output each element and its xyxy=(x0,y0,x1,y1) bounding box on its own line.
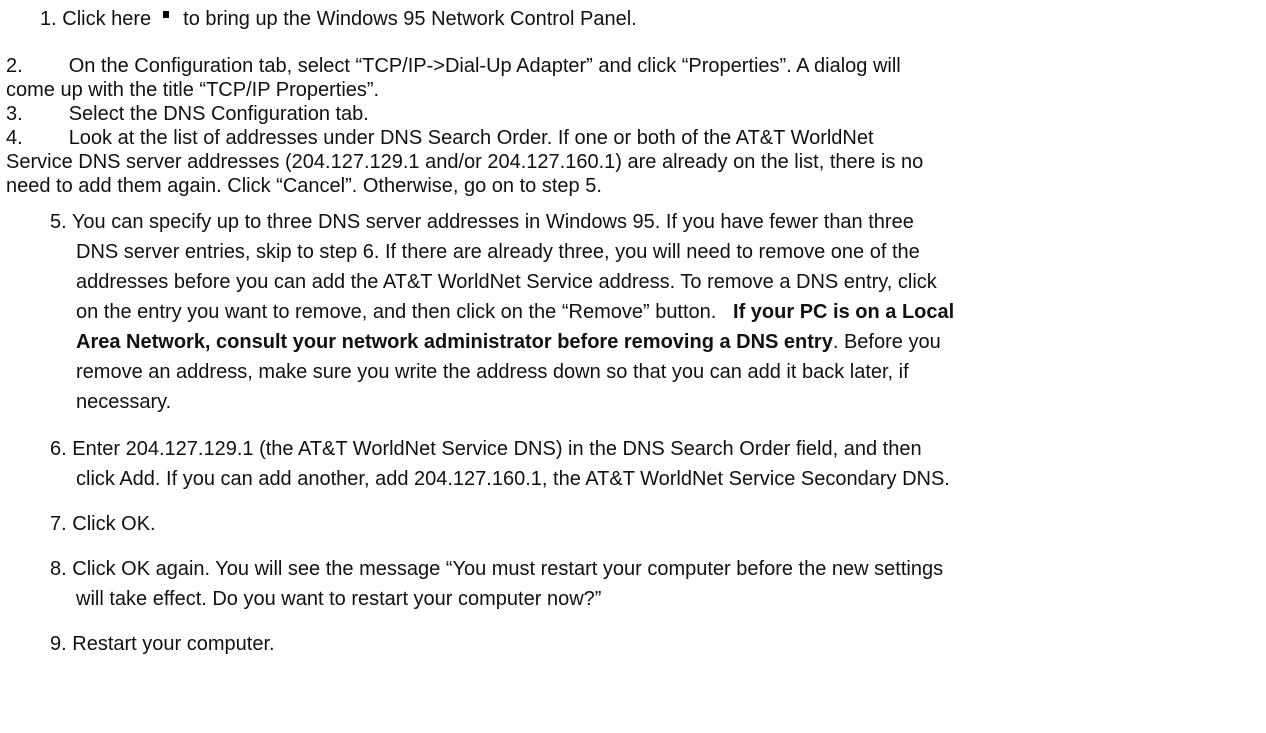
step-number: 6. xyxy=(50,438,67,460)
step-text: necessary. xyxy=(76,391,172,413)
step-5-line-7: necessary. xyxy=(76,390,171,414)
step-number: 8. xyxy=(50,558,67,580)
step-1: 1. Click here to bring up the Windows 95 … xyxy=(40,7,637,31)
step-number: 3. xyxy=(6,103,23,125)
step-text: come up with the title “TCP/IP Propertie… xyxy=(6,79,380,101)
step-text: Service DNS server addresses (204.127.12… xyxy=(6,151,924,173)
step-6-line-1: 6. Enter 204.127.129.1 (the AT&T WorldNe… xyxy=(50,437,922,461)
step-text: Click OK. xyxy=(72,513,156,535)
step-6-line-2: click Add. If you can add another, add 2… xyxy=(76,467,950,491)
step-text: Click OK again. You will see the message… xyxy=(72,558,944,580)
instructions-document: 1. Click here to bring up the Windows 95 … xyxy=(0,0,1266,733)
step-text: will take effect. Do you want to restart… xyxy=(76,588,602,610)
step-1-text-post: to bring up the Windows 95 Network Contr… xyxy=(183,8,637,30)
step-text: Look at the list of addresses under DNS … xyxy=(68,127,874,149)
step-text: Select the DNS Configuration tab. xyxy=(68,103,369,125)
step-text: DNS server entries, skip to step 6. If t… xyxy=(76,241,920,263)
step-number: 4. xyxy=(6,127,23,149)
step-5-line-4: on the entry you want to remove, and the… xyxy=(76,300,954,324)
step-text: click Add. If you can add another, add 2… xyxy=(76,468,950,490)
step-5-line-6: remove an address, make sure you write t… xyxy=(76,360,909,384)
step-8-line-2: will take effect. Do you want to restart… xyxy=(76,587,601,611)
step-number: 7. xyxy=(50,513,67,535)
step-number: 9. xyxy=(50,633,67,655)
lan-warning-text: If your PC is on a Local xyxy=(733,301,955,323)
step-9-line-1: 9. Restart your computer. xyxy=(50,632,275,656)
step-4-line-3: need to add them again. Click “Cancel”. … xyxy=(6,174,602,198)
step-2-line-1: 2. On the Configuration tab, select “TCP/… xyxy=(6,54,901,78)
step-4-line-1: 4. Look at the list of addresses under DN… xyxy=(6,126,874,150)
step-text: You can specify up to three DNS server a… xyxy=(71,211,914,233)
network-control-panel-link-icon[interactable] xyxy=(163,11,170,18)
step-text: need to add them again. Click “Cancel”. … xyxy=(6,175,602,197)
lan-warning-text: Area Network, consult your network admin… xyxy=(76,331,833,353)
step-5-line-1: 5. You can specify up to three DNS serve… xyxy=(50,210,914,234)
step-number: 2. xyxy=(6,55,23,77)
step-text: . Before you xyxy=(832,331,941,353)
step-5-line-3: addresses before you can add the AT&T Wo… xyxy=(76,270,937,294)
step-text: on the entry you want to remove, and the… xyxy=(76,301,717,323)
step-3-line-1: 3. Select the DNS Configuration tab. xyxy=(6,102,369,126)
step-5-line-5: Area Network, consult your network admin… xyxy=(76,330,941,354)
step-4-line-2: Service DNS server addresses (204.127.12… xyxy=(6,150,923,174)
step-text: On the Configuration tab, select “TCP/IP… xyxy=(68,55,901,77)
step-number: 1. xyxy=(40,8,57,30)
step-5-line-2: DNS server entries, skip to step 6. If t… xyxy=(76,240,920,264)
step-text: remove an address, make sure you write t… xyxy=(76,361,909,383)
step-2-line-2: come up with the title “TCP/IP Propertie… xyxy=(6,78,379,102)
step-number: 5. xyxy=(50,211,67,233)
step-7-line-1: 7. Click OK. xyxy=(50,512,156,536)
step-1-text-pre: Click here xyxy=(62,8,152,30)
step-8-line-1: 8. Click OK again. You will see the mess… xyxy=(50,557,943,581)
step-text: Restart your computer. xyxy=(72,633,275,655)
step-text: Enter 204.127.129.1 (the AT&T WorldNet S… xyxy=(72,438,922,460)
step-text: addresses before you can add the AT&T Wo… xyxy=(76,271,937,293)
